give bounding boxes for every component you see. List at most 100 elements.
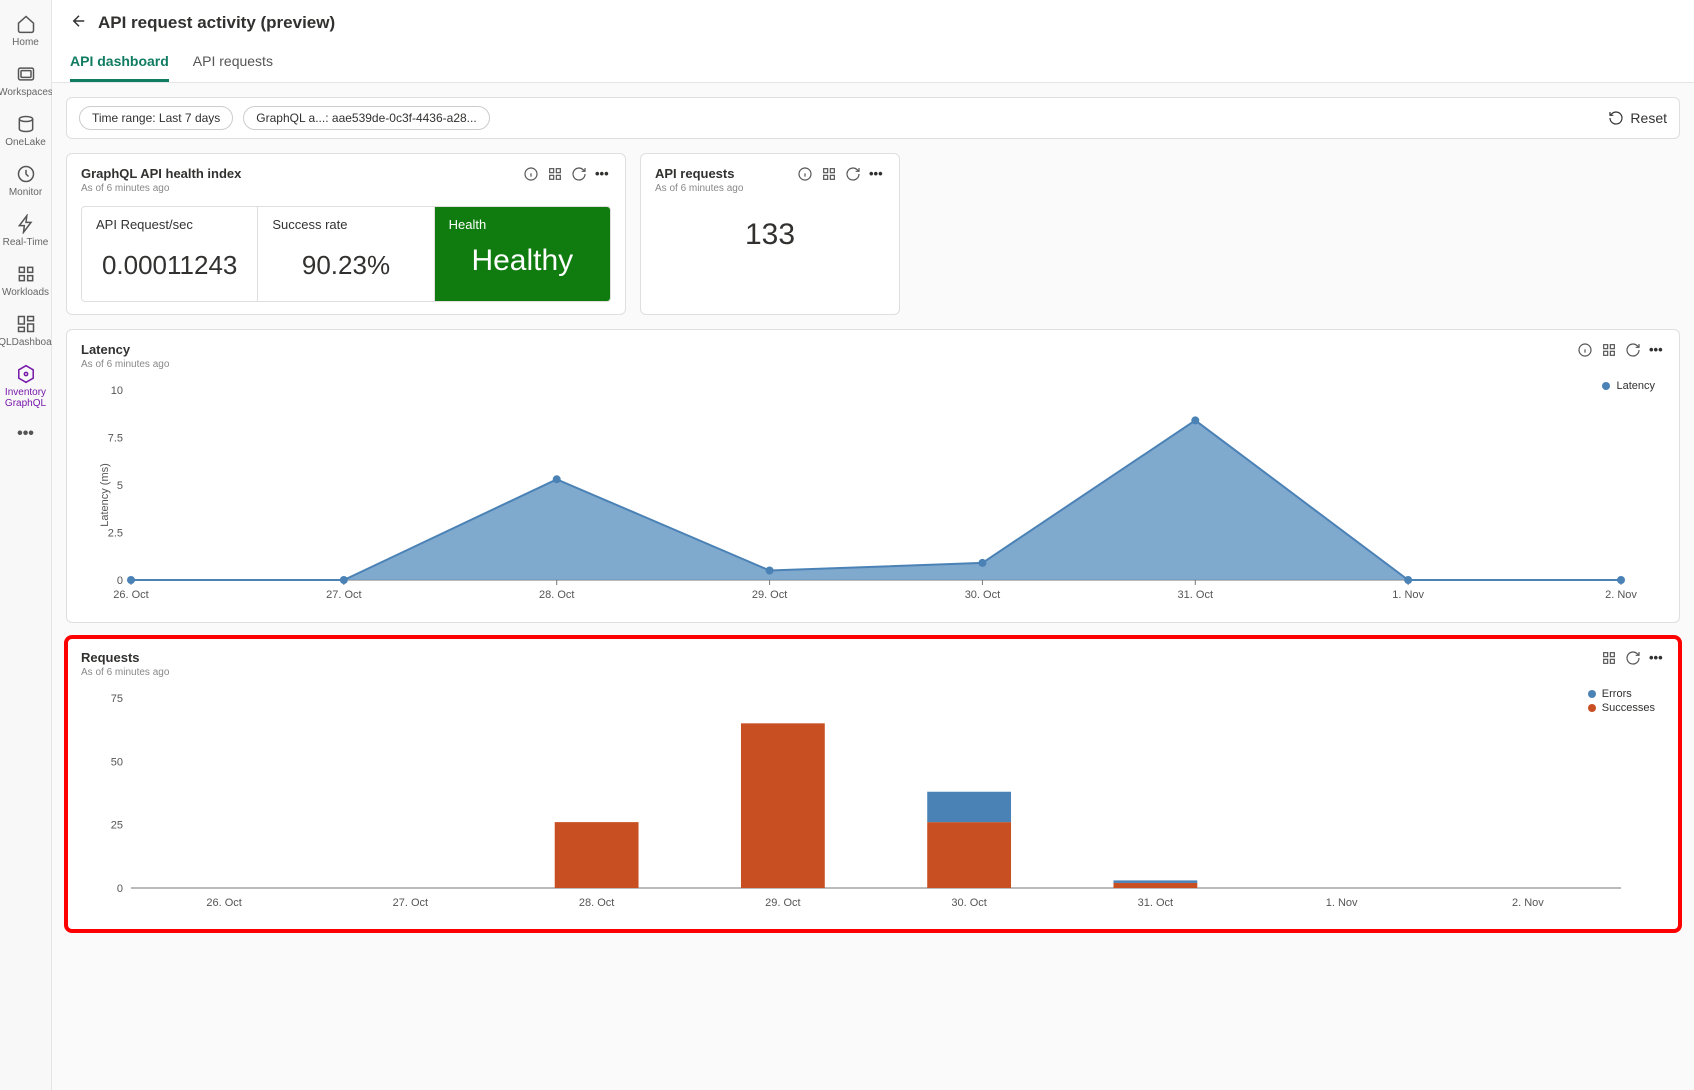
grid-button[interactable] <box>547 166 563 182</box>
metric-label: Health <box>449 217 596 232</box>
card-subtitle: As of 6 minutes ago <box>81 667 169 678</box>
svg-text:27. Oct: 27. Oct <box>393 897 428 909</box>
tab-api-requests[interactable]: API requests <box>193 45 273 82</box>
grid-button[interactable] <box>821 166 837 182</box>
grid-icon <box>1601 650 1617 666</box>
metric-value: Healthy <box>449 244 596 278</box>
svg-text:30. Oct: 30. Oct <box>951 897 986 909</box>
sidebar-item-label: Monitor <box>9 187 42 198</box>
card-health-index: GraphQL API health index As of 6 minutes… <box>66 153 626 315</box>
sidebar-item-gqldashboard[interactable]: GQLDashboard <box>1 306 51 356</box>
more-button[interactable]: ••• <box>869 166 885 182</box>
more-button[interactable]: ••• <box>1649 650 1665 666</box>
filter-graphql-id[interactable]: GraphQL a...: aae539de-0c3f-4436-a28... <box>243 106 489 130</box>
sidebar-item-label: OneLake <box>5 137 46 148</box>
sidebar-item-label: Inventory GraphQL <box>3 387 49 409</box>
workspaces-icon <box>16 64 36 84</box>
card-subtitle: As of 6 minutes ago <box>655 183 743 194</box>
metric-label: API Request/sec <box>96 217 243 232</box>
svg-text:5: 5 <box>117 480 123 492</box>
svg-text:25: 25 <box>111 820 123 832</box>
refresh-button[interactable] <box>571 166 587 182</box>
card-latency-chart: Latency As of 6 minutes ago ••• Latency … <box>66 329 1680 623</box>
refresh-icon <box>1625 342 1641 358</box>
sidebar-item-workloads[interactable]: Workloads <box>1 256 51 306</box>
grid-button[interactable] <box>1601 342 1617 358</box>
metric-label: Success rate <box>272 217 419 232</box>
ellipsis-icon: ••• <box>17 425 34 443</box>
card-subtitle: As of 6 minutes ago <box>81 183 241 194</box>
reset-label: Reset <box>1630 110 1667 126</box>
chart-legend: Latency <box>1602 380 1655 394</box>
requests-chart: 025507526. Oct27. Oct28. Oct29. Oct30. O… <box>81 688 1641 918</box>
info-button[interactable] <box>1577 342 1593 358</box>
card-subtitle: As of 6 minutes ago <box>81 359 169 370</box>
svg-text:50: 50 <box>111 756 123 768</box>
refresh-button[interactable] <box>1625 650 1641 666</box>
svg-text:26. Oct: 26. Oct <box>206 897 241 909</box>
svg-text:10: 10 <box>111 385 123 397</box>
main-panel: API request activity (preview) API dashb… <box>52 0 1694 1090</box>
filter-time-range[interactable]: Time range: Last 7 days <box>79 106 233 130</box>
sidebar-item-monitor[interactable]: Monitor <box>1 156 51 206</box>
info-icon <box>523 166 539 182</box>
home-icon <box>16 14 36 34</box>
svg-text:2.5: 2.5 <box>108 528 123 540</box>
card-title: Requests <box>81 650 169 665</box>
svg-text:2. Nov: 2. Nov <box>1512 897 1544 909</box>
sidebar-item-inventory-graphql[interactable]: Inventory GraphQL <box>1 356 51 417</box>
card-title: API requests <box>655 166 743 181</box>
dashboard-icon <box>16 314 36 334</box>
refresh-icon <box>1625 650 1641 666</box>
svg-text:28. Oct: 28. Oct <box>579 897 614 909</box>
grid-icon <box>1601 342 1617 358</box>
refresh-button[interactable] <box>845 166 861 182</box>
latency-chart: 02.557.51026. Oct27. Oct28. Oct29. Oct30… <box>81 380 1641 610</box>
graphql-icon <box>16 364 36 384</box>
svg-text:31. Oct: 31. Oct <box>1178 589 1213 601</box>
back-button[interactable] <box>70 12 88 33</box>
info-icon <box>797 166 813 182</box>
sidebar-item-more[interactable]: ••• <box>1 417 51 451</box>
grid-button[interactable] <box>1601 650 1617 666</box>
refresh-icon <box>845 166 861 182</box>
tab-api-dashboard[interactable]: API dashboard <box>70 45 169 82</box>
card-api-requests: API requests As of 6 minutes ago ••• 133 <box>640 153 900 315</box>
filter-bar: Time range: Last 7 days GraphQL a...: aa… <box>66 97 1680 139</box>
chart-legend: Errors Successes <box>1588 688 1655 716</box>
svg-text:0: 0 <box>117 883 123 895</box>
monitor-icon <box>16 164 36 184</box>
grid-icon <box>821 166 837 182</box>
workloads-icon <box>16 264 36 284</box>
sidebar: Home Workspaces OneLake Monitor Real-Tim… <box>0 0 52 1090</box>
svg-text:1. Nov: 1. Nov <box>1392 589 1424 601</box>
refresh-icon <box>571 166 587 182</box>
svg-text:31. Oct: 31. Oct <box>1138 897 1173 909</box>
realtime-icon <box>16 214 36 234</box>
onelake-icon <box>16 114 36 134</box>
metric-value: 90.23% <box>272 250 419 281</box>
more-button[interactable]: ••• <box>595 166 611 182</box>
metric-health: Health Healthy <box>435 207 610 301</box>
svg-text:75: 75 <box>111 693 123 705</box>
grid-icon <box>547 166 563 182</box>
svg-text:1. Nov: 1. Nov <box>1326 897 1358 909</box>
more-button[interactable]: ••• <box>1649 342 1665 358</box>
y-axis-label: Latency (ms) <box>99 463 111 527</box>
metric-success-rate: Success rate 90.23% <box>258 207 434 301</box>
sidebar-item-realtime[interactable]: Real-Time <box>1 206 51 256</box>
svg-text:30. Oct: 30. Oct <box>965 589 1000 601</box>
content-area: Time range: Last 7 days GraphQL a...: aa… <box>52 83 1694 1090</box>
sidebar-item-label: Real-Time <box>3 237 49 248</box>
sidebar-item-label: Workloads <box>2 287 49 298</box>
svg-text:29. Oct: 29. Oct <box>752 589 787 601</box>
svg-text:26. Oct: 26. Oct <box>113 589 148 601</box>
sidebar-item-home[interactable]: Home <box>1 6 51 56</box>
sidebar-item-onelake[interactable]: OneLake <box>1 106 51 156</box>
info-icon <box>1577 342 1593 358</box>
info-button[interactable] <box>523 166 539 182</box>
sidebar-item-workspaces[interactable]: Workspaces <box>1 56 51 106</box>
info-button[interactable] <box>797 166 813 182</box>
refresh-button[interactable] <box>1625 342 1641 358</box>
reset-button[interactable]: Reset <box>1608 110 1667 126</box>
